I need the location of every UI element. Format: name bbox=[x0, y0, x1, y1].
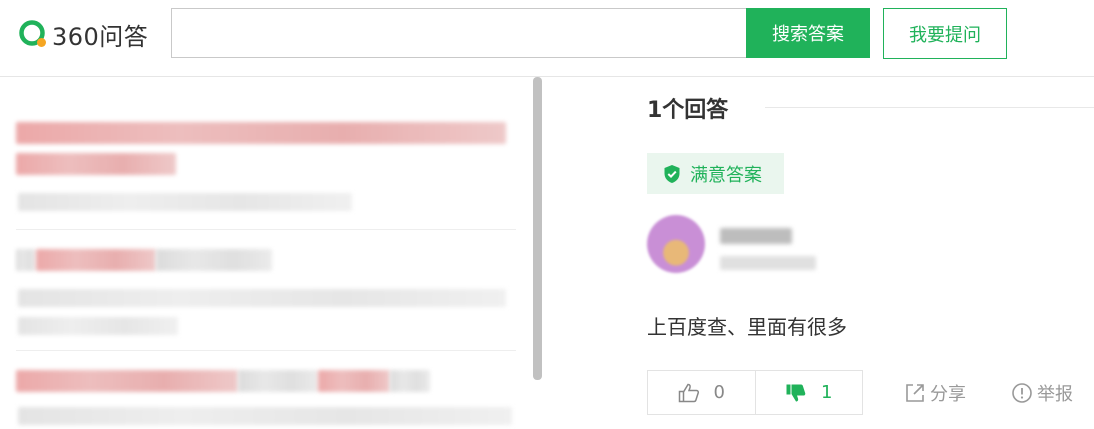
downvote-button[interactable]: 1 bbox=[756, 371, 863, 414]
shield-check-icon bbox=[664, 164, 680, 183]
badge-label: 满意答案 bbox=[690, 164, 762, 186]
answer-time-blurred bbox=[720, 256, 816, 270]
upvote-count: 0 bbox=[713, 382, 725, 403]
share-button[interactable]: 分享 bbox=[904, 380, 966, 406]
logo-icon bbox=[19, 20, 46, 47]
list-divider bbox=[16, 350, 516, 351]
search-button[interactable]: 搜索答案 bbox=[746, 8, 870, 58]
thumbs-up-icon bbox=[678, 383, 699, 402]
report-icon bbox=[1012, 383, 1032, 403]
search-input[interactable] bbox=[171, 8, 746, 58]
related-questions-list bbox=[0, 77, 530, 429]
list-divider bbox=[16, 229, 516, 230]
best-answer-badge: 满意答案 bbox=[647, 153, 784, 194]
report-label: 举报 bbox=[1037, 384, 1073, 405]
share-label: 分享 bbox=[930, 384, 966, 405]
share-icon bbox=[906, 384, 924, 402]
answers-count-title: 1个回答 bbox=[647, 98, 729, 123]
vote-box: 0 1 bbox=[647, 370, 863, 415]
user-name-blurred[interactable] bbox=[720, 228, 792, 244]
avatar[interactable] bbox=[647, 215, 705, 273]
upvote-button[interactable]: 0 bbox=[648, 371, 756, 414]
downvote-count: 1 bbox=[821, 382, 833, 403]
site-logo[interactable]: 360问答 bbox=[18, 18, 149, 51]
ask-question-button[interactable]: 我要提问 bbox=[883, 8, 1007, 59]
thumbs-down-icon bbox=[786, 384, 806, 401]
scrollbar[interactable] bbox=[533, 77, 542, 380]
answer-content: 上百度查、里面有很多 bbox=[647, 315, 847, 339]
top-header: 360问答 搜索答案 我要提问 bbox=[0, 0, 1094, 77]
report-button[interactable]: 举报 bbox=[1011, 380, 1073, 406]
title-divider bbox=[765, 107, 1094, 108]
logo-text: 360问答 bbox=[52, 22, 149, 51]
